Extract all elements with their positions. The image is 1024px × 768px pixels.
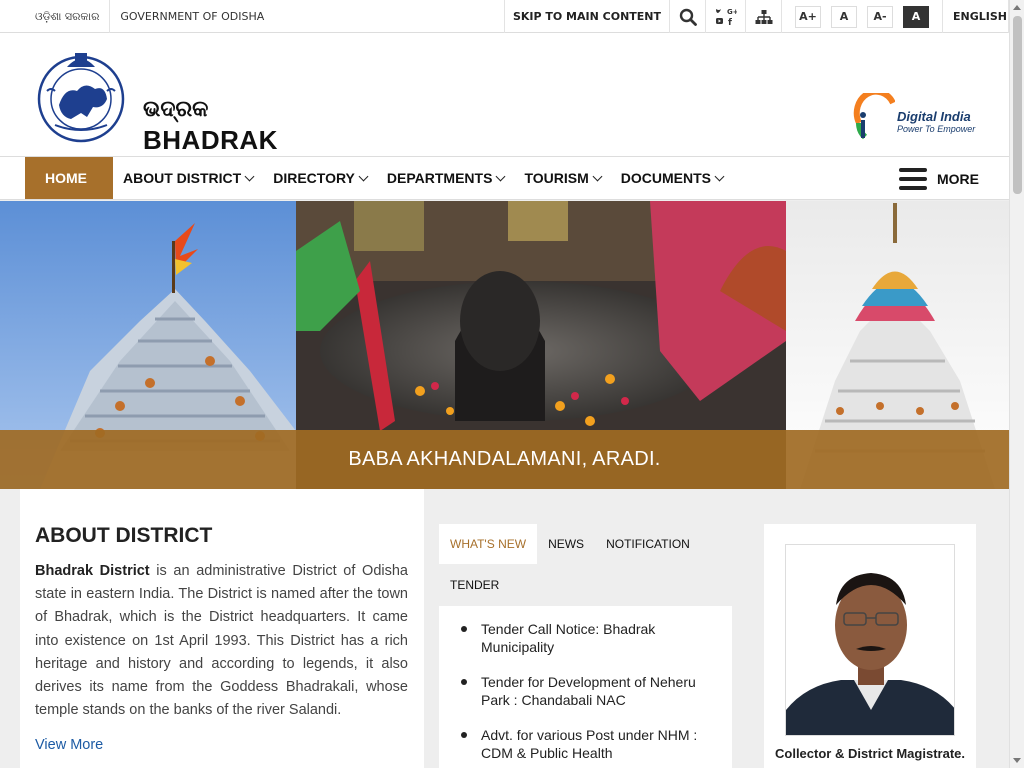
collector-title: Collector & District Magistrate. <box>775 746 965 761</box>
language-selector[interactable]: ENGLISH <box>943 10 1008 23</box>
digital-india-logo[interactable]: Digital India Power To Empower <box>851 93 979 149</box>
nav-item-about-district[interactable]: ABOUT DISTRICT <box>113 157 263 199</box>
utility-controls: SKIP TO MAIN CONTENT G+ f A+ A A- A ENGL… <box>503 0 1009 33</box>
digital-india-title: Digital India <box>897 109 971 124</box>
nav-item-documents[interactable]: DOCUMENTS <box>611 157 733 199</box>
svg-text:G+: G+ <box>727 8 737 16</box>
odisha-sarkar-link[interactable]: ଓଡ଼ିଶା ସରକାର <box>0 0 111 33</box>
nav-item-directory[interactable]: DIRECTORY <box>263 157 377 199</box>
tab-news[interactable]: NEWS <box>537 524 595 564</box>
chevron-down-icon <box>244 171 255 181</box>
news-tabs-panel: WHAT'S NEW NEWS NOTIFICATION TENDER Tend… <box>439 524 732 768</box>
collector-photo <box>785 544 955 736</box>
banner-caption: BABA AKHANDALAMANI, ARADI. <box>0 430 1009 489</box>
top-utility-bar: ଓଡ଼ିଶା ସରକାର GOVERNMENT OF ODISHA SKIP T… <box>0 0 1009 33</box>
news-tablist: WHAT'S NEW NEWS NOTIFICATION TENDER <box>439 524 732 606</box>
scrollbar-thumb[interactable] <box>1013 16 1022 194</box>
about-district-heading: ABOUT DISTRICT <box>35 524 213 547</box>
skip-to-main-content-link[interactable]: SKIP TO MAIN CONTENT <box>505 10 669 23</box>
nav-item-departments[interactable]: DEPARTMENTS <box>377 157 515 199</box>
nav-item-label: DOCUMENTS <box>620 170 711 186</box>
nav-item-label: ABOUT DISTRICT <box>123 170 242 186</box>
font-size-controls: A+ A A- A <box>781 0 942 33</box>
site-name-odia: ଭଦ୍ରକ <box>143 97 209 122</box>
hamburger-icon <box>899 167 927 190</box>
nav-item-label: TOURISM <box>524 170 589 186</box>
more-label: MORE <box>937 170 979 187</box>
tab-whats-new[interactable]: WHAT'S NEW <box>439 524 538 564</box>
list-item[interactable]: Tender for Development of Neheru Park : … <box>461 673 720 709</box>
font-decrease-button[interactable]: A- <box>867 5 893 28</box>
main-navigation: HOME ABOUT DISTRICT DIRECTORY DEPARTMENT… <box>0 157 1009 200</box>
view-more-link[interactable]: View More <box>35 737 408 753</box>
chevron-down-icon <box>495 171 506 181</box>
about-district-body: is an administrative District of Odisha … <box>35 563 408 719</box>
tab-notification[interactable]: NOTIFICATION <box>595 524 701 564</box>
about-district-lead: Bhadrak District <box>35 563 150 579</box>
chevron-down-icon <box>714 171 725 181</box>
nav-item-tourism[interactable]: TOURISM <box>514 157 610 199</box>
chevron-down-icon <box>358 171 369 181</box>
scroll-down-icon[interactable] <box>1013 758 1021 763</box>
sitemap-icon[interactable] <box>745 0 781 33</box>
nav-item-home[interactable]: HOME <box>25 157 113 199</box>
site-name[interactable]: BHADRAK <box>143 125 278 156</box>
social-media-icon[interactable]: G+ f <box>705 0 745 33</box>
site-header: ଭଦ୍ରକ BHADRAK Digital India Power To Emp… <box>0 33 1009 157</box>
nav-item-label: DIRECTORY <box>273 170 355 186</box>
about-district-text: Bhadrak District is an administrative Di… <box>35 560 408 722</box>
more-menu-button[interactable]: MORE <box>899 157 979 200</box>
nav-item-label: DEPARTMENTS <box>386 170 493 186</box>
government-of-odisha-link[interactable]: GOVERNMENT OF ODISHA <box>110 0 274 33</box>
hero-banner-slider[interactable]: BABA AKHANDALAMANI, ARADI. <box>0 201 1009 489</box>
tab-tender[interactable]: TENDER <box>439 565 510 605</box>
digital-india-tagline: Power To Empower <box>897 124 976 134</box>
list-item[interactable]: Tender Call Notice: Bhadrak Municipality <box>461 620 720 656</box>
chevron-down-icon <box>592 171 603 181</box>
odisha-emblem-logo[interactable] <box>37 47 125 143</box>
font-normal-button[interactable]: A <box>831 5 857 28</box>
collector-card: Collector & District Magistrate. <box>764 524 976 768</box>
about-district-section: ABOUT DISTRICT Bhadrak District is an ad… <box>20 489 424 768</box>
font-increase-button[interactable]: A+ <box>795 5 821 28</box>
search-icon[interactable] <box>669 0 705 33</box>
nav-item-label: HOME <box>45 170 87 186</box>
scroll-up-icon[interactable] <box>1013 5 1021 10</box>
page-scrollbar[interactable] <box>1009 0 1024 768</box>
svg-text:f: f <box>728 18 732 28</box>
page: ଓଡ଼ିଶା ସରକାର GOVERNMENT OF ODISHA SKIP T… <box>0 0 1009 768</box>
list-item[interactable]: Advt. for various Post under NHM : CDM &… <box>461 726 720 762</box>
high-contrast-button[interactable]: A <box>903 5 929 28</box>
whats-new-list: Tender Call Notice: Bhadrak Municipality… <box>439 606 732 768</box>
